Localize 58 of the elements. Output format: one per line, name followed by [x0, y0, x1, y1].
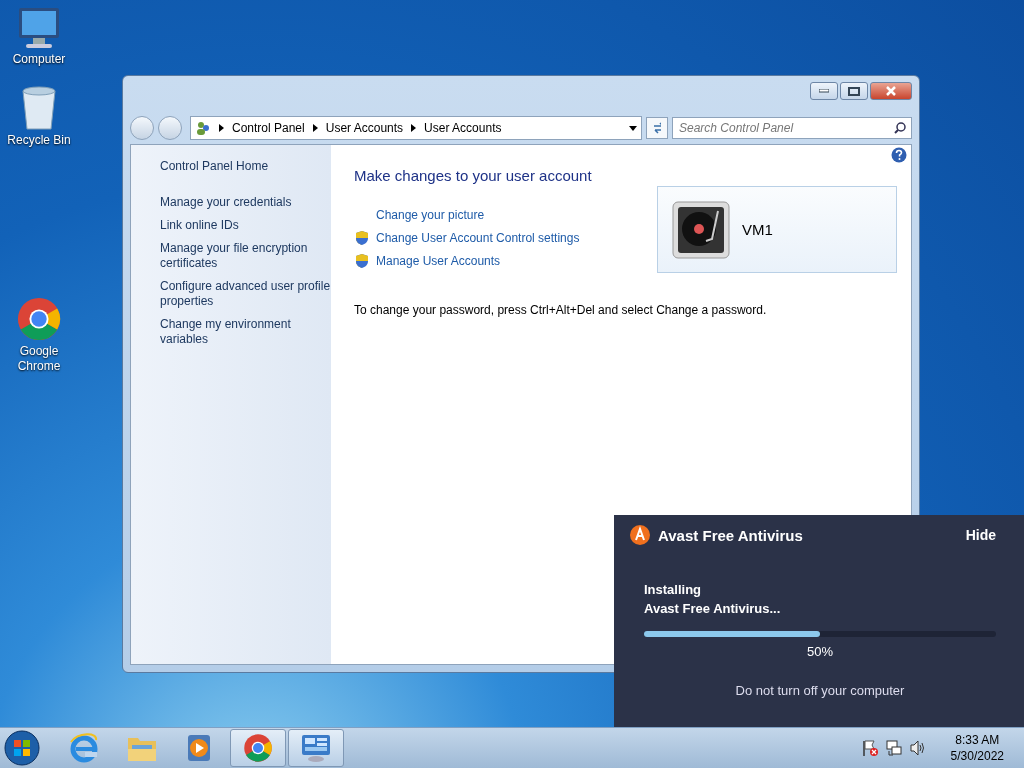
close-button[interactable] — [870, 82, 912, 100]
forward-button[interactable] — [158, 116, 182, 140]
start-button-icon[interactable] — [4, 730, 40, 766]
chrome-icon — [16, 296, 62, 342]
sidebar-link[interactable]: Link online IDs — [160, 218, 331, 233]
maximize-button[interactable] — [840, 82, 868, 100]
browser-e-icon — [68, 732, 100, 764]
back-button[interactable] — [130, 116, 154, 140]
task-link[interactable]: Change your picture — [376, 207, 485, 222]
refresh-button[interactable] — [646, 117, 668, 139]
desktop-icon-label[interactable]: Computer — [4, 52, 74, 67]
chevron-right-icon — [219, 124, 224, 132]
trash-bin-icon — [19, 85, 59, 131]
password-note: To change your password, press Ctrl+Alt+Del and select Change a password. — [354, 303, 768, 317]
hide-button[interactable]: Hide — [965, 527, 996, 543]
progress-reading: 50% — [806, 644, 834, 659]
sidebar-link[interactable]: Configure advanced user profile properties — [160, 279, 331, 309]
address-bar[interactable]: Control Panel User Accounts User Accounts — [190, 116, 642, 140]
status-text: Installing — [643, 581, 703, 599]
monitor-icon — [16, 6, 62, 50]
sidebar-link[interactable]: Change my environment variables — [160, 317, 331, 347]
refresh-icon — [653, 122, 661, 134]
chevron-right-icon — [411, 124, 417, 132]
speaker-icon[interactable] — [908, 739, 927, 757]
chrome-icon — [243, 733, 273, 763]
turntable-picture — [672, 200, 730, 259]
desktop-icon-label[interactable]: Google Chrome — [4, 344, 74, 374]
users-icon — [195, 120, 211, 136]
dropdown-arrow-icon[interactable] — [629, 125, 637, 131]
product-text: Avast Free Antivirus... — [643, 600, 782, 618]
search-icon — [894, 122, 906, 134]
close-icon — [885, 86, 897, 96]
clock-time[interactable]: 8:33 AM — [950, 732, 1004, 748]
breadcrumb-item[interactable]: User Accounts — [424, 121, 502, 135]
clock-date[interactable]: 5/30/2022 — [950, 748, 1004, 764]
breadcrumb-item[interactable]: Control Panel — [232, 121, 305, 135]
flag-alert-icon[interactable] — [860, 739, 879, 757]
taskbar-button[interactable] — [230, 729, 286, 767]
search-field[interactable]: Search Control Panel — [672, 117, 912, 139]
help-icon[interactable] — [891, 147, 907, 163]
minimize-icon — [819, 89, 829, 93]
network-icon[interactable] — [884, 739, 903, 757]
account-name: VM1 — [742, 221, 773, 238]
chevron-right-icon — [312, 124, 318, 132]
sidebar-link[interactable]: Control Panel Home — [160, 159, 331, 174]
taskbar-button[interactable] — [288, 729, 344, 767]
task-link[interactable]: Manage User Accounts — [376, 253, 501, 268]
sidebar-link[interactable]: Manage your credentials — [160, 195, 331, 210]
notification-title: Avast Free Antivirus — [658, 526, 804, 544]
maximize-icon — [848, 86, 860, 96]
page-heading: Make changes to your user account — [354, 167, 593, 184]
warning-text: Do not turn off your computer — [734, 683, 906, 698]
control-panel-icon — [300, 732, 332, 764]
avast-logo-icon — [630, 525, 650, 545]
desktop-icon-label[interactable]: Recycle Bin — [4, 133, 74, 148]
task-link[interactable]: Change User Account Control settings — [376, 230, 580, 245]
breadcrumb-item[interactable]: User Accounts — [325, 121, 404, 135]
sidebar-link[interactable]: Manage your file encryption certificates — [160, 241, 331, 271]
